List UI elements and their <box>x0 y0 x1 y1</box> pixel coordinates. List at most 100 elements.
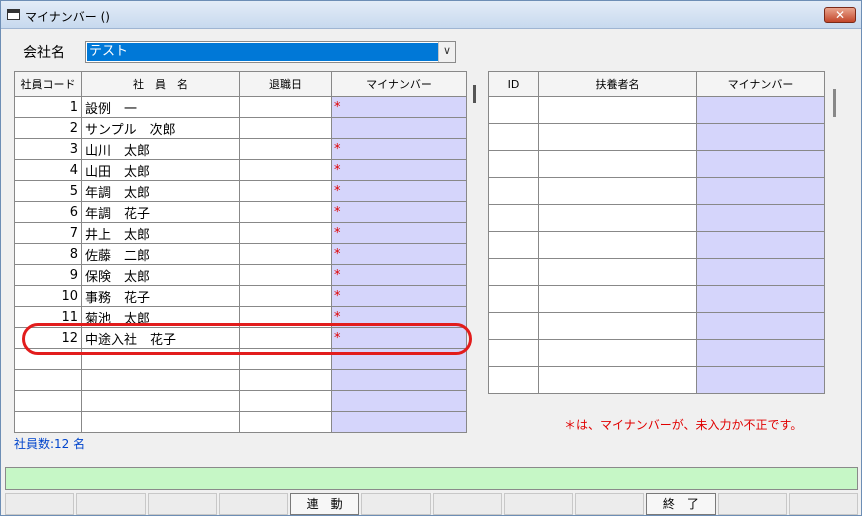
company-select[interactable]: テスト ∨ <box>85 41 456 63</box>
retire-date-cell[interactable] <box>239 411 332 433</box>
header-dependent-mynumber[interactable]: マイナンバー <box>696 71 825 97</box>
retire-date-cell[interactable] <box>239 285 332 307</box>
dependent-mynumber-cell[interactable] <box>696 231 825 259</box>
table-row[interactable] <box>488 204 825 232</box>
dependent-name-cell[interactable] <box>538 123 697 151</box>
header-mynumber[interactable]: マイナンバー <box>331 71 467 97</box>
employee-code-cell[interactable] <box>14 369 82 391</box>
table-row[interactable]: 1 設例 一 * <box>14 96 467 118</box>
retire-date-cell[interactable] <box>239 264 332 286</box>
dependent-name-cell[interactable] <box>538 312 697 340</box>
employee-code-cell[interactable]: 4 <box>14 159 82 181</box>
mynumber-cell[interactable]: * <box>331 285 467 307</box>
employee-code-cell[interactable] <box>14 390 82 412</box>
table-row[interactable] <box>14 390 467 412</box>
mynumber-cell[interactable]: * <box>331 243 467 265</box>
employee-code-cell[interactable]: 8 <box>14 243 82 265</box>
dependent-id-cell[interactable] <box>488 366 539 394</box>
table-row[interactable] <box>488 177 825 205</box>
mynumber-cell[interactable] <box>331 411 467 433</box>
employee-code-cell[interactable]: 2 <box>14 117 82 139</box>
function-key-button[interactable] <box>432 493 502 515</box>
employee-name-cell[interactable]: 事務 花子 <box>81 285 240 307</box>
table-row[interactable] <box>488 258 825 286</box>
employee-name-cell[interactable]: サンプル 次郎 <box>81 117 240 139</box>
table-row[interactable]: 4 山田 太郎 * <box>14 159 467 181</box>
employee-name-cell[interactable] <box>81 390 240 412</box>
header-retire-date[interactable]: 退職日 <box>239 71 332 97</box>
function-key-button[interactable] <box>76 493 146 515</box>
mynumber-cell[interactable] <box>331 369 467 391</box>
dependent-mynumber-cell[interactable] <box>696 339 825 367</box>
dependent-name-cell[interactable] <box>538 177 697 205</box>
dependent-id-cell[interactable] <box>488 204 539 232</box>
table-row[interactable]: 9 保険 太郎 * <box>14 264 467 286</box>
retire-date-cell[interactable] <box>239 243 332 265</box>
dependent-mynumber-cell[interactable] <box>696 204 825 232</box>
employee-name-cell[interactable]: 山田 太郎 <box>81 159 240 181</box>
header-dependent-name[interactable]: 扶養者名 <box>538 71 697 97</box>
employee-name-cell[interactable]: 年調 花子 <box>81 201 240 223</box>
employee-code-cell[interactable]: 5 <box>14 180 82 202</box>
dependent-name-cell[interactable] <box>538 231 697 259</box>
header-employee-code[interactable]: 社員コード <box>14 71 82 97</box>
table-row[interactable]: 3 山川 太郎 * <box>14 138 467 160</box>
dependent-id-cell[interactable] <box>488 339 539 367</box>
dependent-mynumber-cell[interactable] <box>696 96 825 124</box>
dependent-mynumber-cell[interactable] <box>696 258 825 286</box>
employee-name-cell[interactable]: 年調 太郎 <box>81 180 240 202</box>
employee-name-cell[interactable]: 設例 一 <box>81 96 240 118</box>
dependent-name-cell[interactable] <box>538 285 697 313</box>
table-row[interactable]: 2 サンプル 次郎 <box>14 117 467 139</box>
table-row[interactable] <box>488 312 825 340</box>
mynumber-cell[interactable]: * <box>331 96 467 118</box>
function-key-button[interactable] <box>5 493 75 515</box>
header-dependent-id[interactable]: ID <box>488 71 539 97</box>
mynumber-cell[interactable]: * <box>331 264 467 286</box>
table-row[interactable] <box>488 339 825 367</box>
function-key-button[interactable] <box>147 493 217 515</box>
employee-name-cell[interactable]: 保険 太郎 <box>81 264 240 286</box>
function-key-button[interactable] <box>361 493 431 515</box>
table-row[interactable] <box>14 369 467 391</box>
employee-code-cell[interactable]: 6 <box>14 201 82 223</box>
dependent-name-cell[interactable] <box>538 204 697 232</box>
retire-date-cell[interactable] <box>239 369 332 391</box>
mynumber-cell[interactable]: * <box>331 138 467 160</box>
table-row[interactable] <box>488 96 825 124</box>
header-employee-name[interactable]: 社 員 名 <box>81 71 240 97</box>
employee-code-cell[interactable]: 9 <box>14 264 82 286</box>
dependent-id-cell[interactable] <box>488 123 539 151</box>
retire-date-cell[interactable] <box>239 96 332 118</box>
dependent-id-cell[interactable] <box>488 285 539 313</box>
function-key-button[interactable] <box>575 493 645 515</box>
table-row[interactable]: 7 井上 太郎 * <box>14 222 467 244</box>
employee-name-cell[interactable]: 山川 太郎 <box>81 138 240 160</box>
function-key-button[interactable] <box>717 493 787 515</box>
retire-date-cell[interactable] <box>239 117 332 139</box>
retire-date-cell[interactable] <box>239 159 332 181</box>
table-row[interactable]: 5 年調 太郎 * <box>14 180 467 202</box>
dependent-id-cell[interactable] <box>488 96 539 124</box>
mynumber-cell[interactable]: * <box>331 159 467 181</box>
exit-button[interactable]: 終 了 <box>646 493 716 515</box>
mynumber-cell[interactable]: * <box>331 201 467 223</box>
function-key-button[interactable] <box>788 493 858 515</box>
table-row[interactable] <box>488 366 825 394</box>
table-row[interactable] <box>14 411 467 433</box>
table-row[interactable] <box>488 123 825 151</box>
dependent-scrollbar[interactable] <box>833 89 836 117</box>
dependent-mynumber-cell[interactable] <box>696 366 825 394</box>
employee-code-cell[interactable]: 3 <box>14 138 82 160</box>
retire-date-cell[interactable] <box>239 222 332 244</box>
table-row[interactable]: 6 年調 花子 * <box>14 201 467 223</box>
dependent-id-cell[interactable] <box>488 258 539 286</box>
employee-code-cell[interactable] <box>14 411 82 433</box>
table-row[interactable] <box>488 285 825 313</box>
dependent-id-cell[interactable] <box>488 177 539 205</box>
chevron-down-icon[interactable]: ∨ <box>438 42 455 62</box>
employee-scrollbar[interactable] <box>473 85 476 103</box>
table-row[interactable] <box>488 231 825 259</box>
employee-name-cell[interactable] <box>81 369 240 391</box>
mynumber-cell[interactable] <box>331 117 467 139</box>
